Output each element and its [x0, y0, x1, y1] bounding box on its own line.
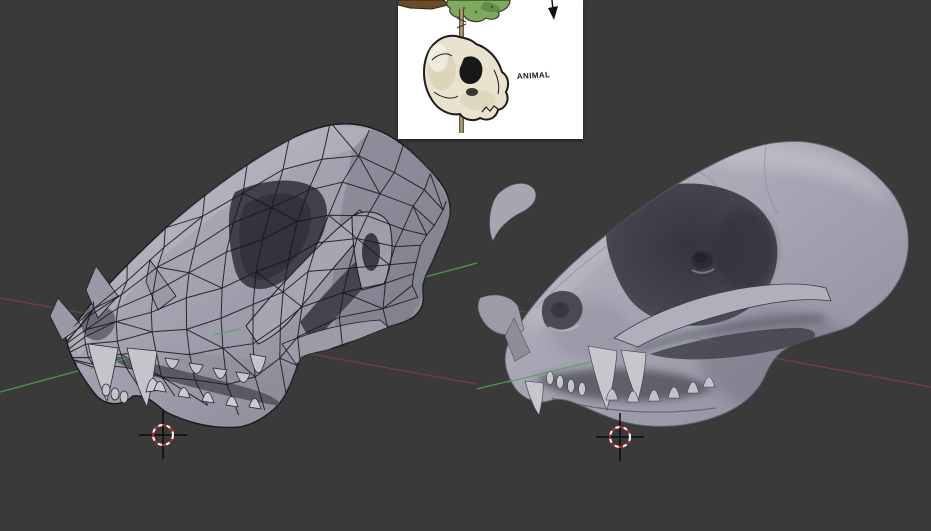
- blender-viewport-composite: ANIMAL: [0, 0, 931, 531]
- reference-image: ANIMAL: [398, 0, 583, 139]
- reference-annotation-text: ANIMAL: [517, 70, 551, 81]
